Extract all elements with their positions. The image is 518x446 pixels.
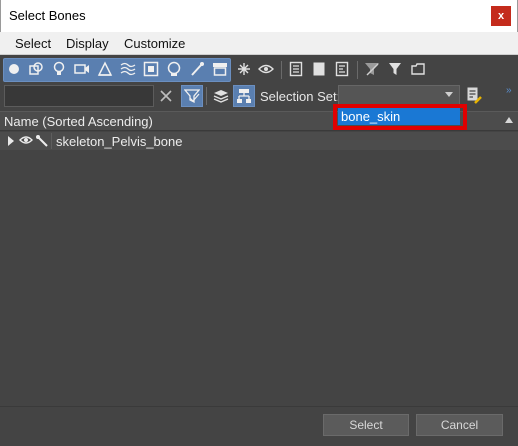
helpers-filter-icon[interactable] (95, 58, 115, 80)
bone-icon (36, 135, 48, 147)
toolbar-divider (357, 61, 358, 79)
funnel-icon (184, 89, 200, 104)
expand-more-icon[interactable]: » (506, 85, 512, 96)
select-invert-icon[interactable] (332, 58, 352, 80)
name-column-header[interactable]: Name (Sorted Ascending) (4, 114, 153, 129)
containers-filter-icon[interactable] (210, 58, 230, 80)
footer-divider (0, 406, 518, 407)
lights-filter-icon[interactable] (49, 58, 69, 80)
column-divider (51, 133, 52, 149)
select-none-icon[interactable] (309, 58, 329, 80)
clear-search-button[interactable] (157, 87, 175, 105)
annotation-highlight-box (333, 104, 467, 130)
spacewarps-filter-icon[interactable] (118, 58, 138, 80)
menu-bar: Select Display Customize (0, 32, 518, 55)
geometry-filter-icon[interactable] (4, 58, 24, 80)
groups-filter-icon[interactable] (141, 58, 161, 80)
bone-tree-list[interactable]: skeleton_Pelvis_bone (0, 131, 518, 407)
filter-toggle-button[interactable] (181, 85, 203, 107)
layers-icon[interactable] (408, 58, 428, 80)
toolbar-divider (206, 87, 207, 105)
chevron-down-icon (445, 92, 453, 97)
close-icon: x (497, 10, 505, 22)
menu-display[interactable]: Display (66, 36, 109, 51)
sort-ascending-icon (505, 117, 513, 123)
cancel-button[interactable]: Cancel (416, 414, 503, 436)
selection-set-label: Selection Set: (260, 89, 341, 104)
bone-name[interactable]: skeleton_Pelvis_bone (56, 134, 182, 149)
close-button[interactable]: x (491, 6, 511, 26)
selection-set-dropdown[interactable] (338, 85, 460, 106)
filter-toolbar (0, 55, 518, 85)
menu-select[interactable]: Select (15, 36, 51, 51)
filter-icon[interactable] (362, 58, 382, 80)
frozen-icon[interactable] (234, 58, 254, 80)
table-row[interactable]: skeleton_Pelvis_bone (0, 132, 518, 150)
menu-customize[interactable]: Customize (124, 36, 185, 51)
hidden-icon[interactable] (256, 58, 276, 80)
edit-selection-set-button[interactable] (466, 86, 482, 104)
window-title: Select Bones (9, 8, 86, 23)
search-input[interactable] (4, 85, 154, 107)
select-button[interactable]: Select (323, 414, 409, 436)
bones-filter-icon[interactable] (187, 58, 207, 80)
xrefs-filter-icon[interactable] (164, 58, 184, 80)
hierarchy-icon (237, 89, 251, 103)
funnel-icon[interactable] (385, 58, 405, 80)
layers-toggle-button[interactable] (210, 85, 232, 107)
title-bar: Select Bones x (0, 0, 518, 32)
shapes-filter-icon[interactable] (26, 58, 46, 80)
close-icon (160, 90, 172, 102)
edit-selection-set-icon (467, 87, 482, 104)
cameras-filter-icon[interactable] (72, 58, 92, 80)
layers-icon (213, 90, 229, 103)
select-all-icon[interactable] (286, 58, 306, 80)
eye-icon[interactable] (19, 134, 33, 146)
hierarchy-toggle-button[interactable] (233, 85, 255, 107)
toolbar-divider (281, 61, 282, 79)
expand-arrow-icon[interactable] (8, 136, 14, 146)
